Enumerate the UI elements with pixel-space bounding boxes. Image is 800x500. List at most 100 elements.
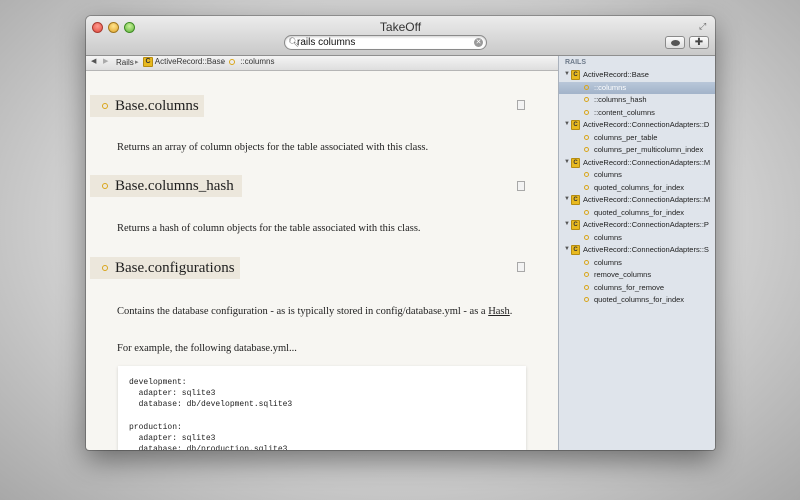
sidebar-method-row[interactable]: quoted_columns_for_index <box>559 207 715 219</box>
window-title: TakeOff <box>379 20 422 34</box>
disclosure-triangle-icon[interactable]: ▼ <box>564 221 570 227</box>
speech-bubble-icon <box>670 40 680 46</box>
sidebar-method-row[interactable]: ::columns_hash <box>559 94 715 106</box>
sidebar-method-label: columns <box>594 170 622 179</box>
method-icon <box>584 172 589 177</box>
sidebar-method-row[interactable]: columns <box>559 257 715 269</box>
sidebar-class-row[interactable]: ▼ C ActiveRecord::Base <box>559 69 715 81</box>
breadcrumb-bar: ◀ ▶ Rails ▸ C ActiveRecord::Base ▸ ::col… <box>86 56 558 71</box>
disclosure-triangle-icon[interactable]: ▼ <box>564 121 570 127</box>
sidebar-method-label: columns <box>594 232 622 242</box>
method-icon <box>102 103 108 109</box>
code-block: development: adapter: sqlite3 database: … <box>118 366 526 450</box>
sidebar-method-row[interactable]: ::columns <box>559 81 715 94</box>
method-icon <box>584 284 589 290</box>
class-icon: C <box>571 120 580 130</box>
disclosure-triangle-icon[interactable]: ▼ <box>564 71 570 77</box>
method-icon <box>102 183 108 189</box>
sidebar-method-label: columns <box>594 257 622 267</box>
description-end: . <box>509 306 513 317</box>
sidebar-class-row[interactable]: ▼ C ActiveRecord::ConnectionAdapters::M <box>559 194 715 206</box>
sidebar-class-label: ActiveRecord::ConnectionAdapters::P <box>583 220 709 229</box>
breadcrumb-method[interactable]: ::columns <box>229 57 274 66</box>
breadcrumb-class[interactable]: C ActiveRecord::Base <box>143 57 225 67</box>
disclosure-triangle-icon[interactable]: ▼ <box>564 196 570 202</box>
example-intro: For example, the following database.yml.… <box>117 343 297 354</box>
sidebar-method-row[interactable]: quoted_columns_for_index <box>559 182 715 194</box>
sidebar-method-row[interactable]: quoted_columns_for_index <box>559 294 715 306</box>
sidebar-method-label: ::content_columns <box>594 107 655 117</box>
document-icon[interactable] <box>517 100 525 110</box>
document-icon[interactable] <box>517 181 525 191</box>
method-icon <box>584 209 589 215</box>
results-sidebar: RAILS ▼ C ActiveRecord::Base::columns::col… <box>558 56 715 450</box>
class-icon: C <box>571 157 580 168</box>
method-header: Base.columns <box>90 95 204 117</box>
plus-icon: ✚ <box>694 37 704 48</box>
document-icon[interactable] <box>517 262 525 272</box>
sidebar-class-label: ActiveRecord::ConnectionAdapters::M <box>583 157 711 167</box>
hash-link[interactable]: Hash <box>488 306 510 317</box>
method-icon <box>584 97 589 102</box>
method-icon <box>584 234 589 240</box>
sidebar-method-row[interactable]: ::content_columns <box>559 107 715 119</box>
breadcrumb-rails[interactable]: Rails <box>116 58 134 67</box>
sidebar-method-row[interactable]: columns_per_multicolumn_index <box>559 144 715 156</box>
documentation-pane: Base.columns Returns an array of column … <box>86 71 558 450</box>
breadcrumb-method-label: ::columns <box>240 57 275 66</box>
sidebar-method-row[interactable]: remove_columns <box>559 269 715 281</box>
method-description: Returns a hash of column objects for the… <box>117 223 421 234</box>
sidebar-method-label: columns_per_multicolumn_index <box>594 145 704 154</box>
code-text: development: adapter: sqlite3 database: … <box>129 378 293 450</box>
class-icon: C <box>571 70 580 80</box>
method-icon <box>584 134 589 140</box>
disclosure-triangle-icon[interactable]: ▼ <box>564 246 570 252</box>
sidebar-method-row[interactable]: columns <box>559 232 715 244</box>
class-icon: C <box>143 57 153 67</box>
method-icon <box>584 297 589 302</box>
sidebar-class-row[interactable]: ▼ C ActiveRecord::ConnectionAdapters::M <box>559 157 715 169</box>
sidebar-method-label: remove_columns <box>594 270 652 279</box>
method-title: Base.columns <box>115 97 199 114</box>
breadcrumb-separator-icon: ▸ <box>221 59 225 66</box>
disclosure-triangle-icon[interactable]: ▼ <box>564 159 570 165</box>
sidebar-class-row[interactable]: ▼ C ActiveRecord::ConnectionAdapters::S <box>559 244 715 256</box>
class-icon: C <box>571 245 580 255</box>
method-icon <box>584 259 589 265</box>
sidebar-method-label: quoted_columns_for_index <box>594 207 685 217</box>
sidebar-header: RAILS <box>565 59 586 66</box>
class-icon: C <box>571 195 580 205</box>
method-icon <box>584 184 589 190</box>
sidebar-class-row[interactable]: ▼ C ActiveRecord::ConnectionAdapters::D <box>559 119 715 131</box>
method-title: Base.columns_hash <box>115 177 234 194</box>
method-icon <box>584 109 589 115</box>
sidebar-class-label: ActiveRecord::ConnectionAdapters::D <box>583 120 710 129</box>
comment-button[interactable] <box>665 36 685 49</box>
forward-arrow-icon[interactable]: ▶ <box>103 57 108 65</box>
sidebar-class-label: ActiveRecord::Base <box>583 70 649 79</box>
sidebar-method-row[interactable]: columns_for_remove <box>559 282 715 294</box>
sidebar-class-label: ActiveRecord::ConnectionAdapters::S <box>583 245 709 254</box>
fullscreen-icon[interactable]: ⤢ <box>699 21 709 31</box>
search-input[interactable] <box>297 36 467 49</box>
sidebar-method-label: columns_per_table <box>594 132 658 142</box>
method-header: Base.configurations <box>90 257 240 279</box>
sidebar-method-label: ::columns <box>594 82 627 92</box>
sidebar-class-label: ActiveRecord::ConnectionAdapters::M <box>583 195 711 204</box>
method-icon <box>584 272 589 277</box>
method-title: Base.configurations <box>115 259 235 276</box>
add-button[interactable]: ✚ <box>689 36 709 49</box>
method-icon <box>584 147 589 152</box>
sidebar-method-label: columns_for_remove <box>594 282 665 292</box>
back-arrow-icon[interactable]: ◀ <box>91 57 96 65</box>
method-description: Contains the database configuration - as… <box>117 304 537 320</box>
sidebar-method-row[interactable]: columns <box>559 169 715 181</box>
sidebar-class-row[interactable]: ▼ C ActiveRecord::ConnectionAdapters::P <box>559 219 715 231</box>
search-box[interactable]: 🔍︎ ✕ <box>284 35 487 50</box>
class-icon: C <box>571 220 580 230</box>
sidebar-method-row[interactable]: columns_per_table <box>559 132 715 144</box>
breadcrumb-class-label: ActiveRecord::Base <box>154 57 226 67</box>
breadcrumb-separator-icon: ▸ <box>135 59 139 66</box>
method-icon <box>229 58 235 65</box>
clear-search-icon[interactable]: ✕ <box>474 38 483 47</box>
